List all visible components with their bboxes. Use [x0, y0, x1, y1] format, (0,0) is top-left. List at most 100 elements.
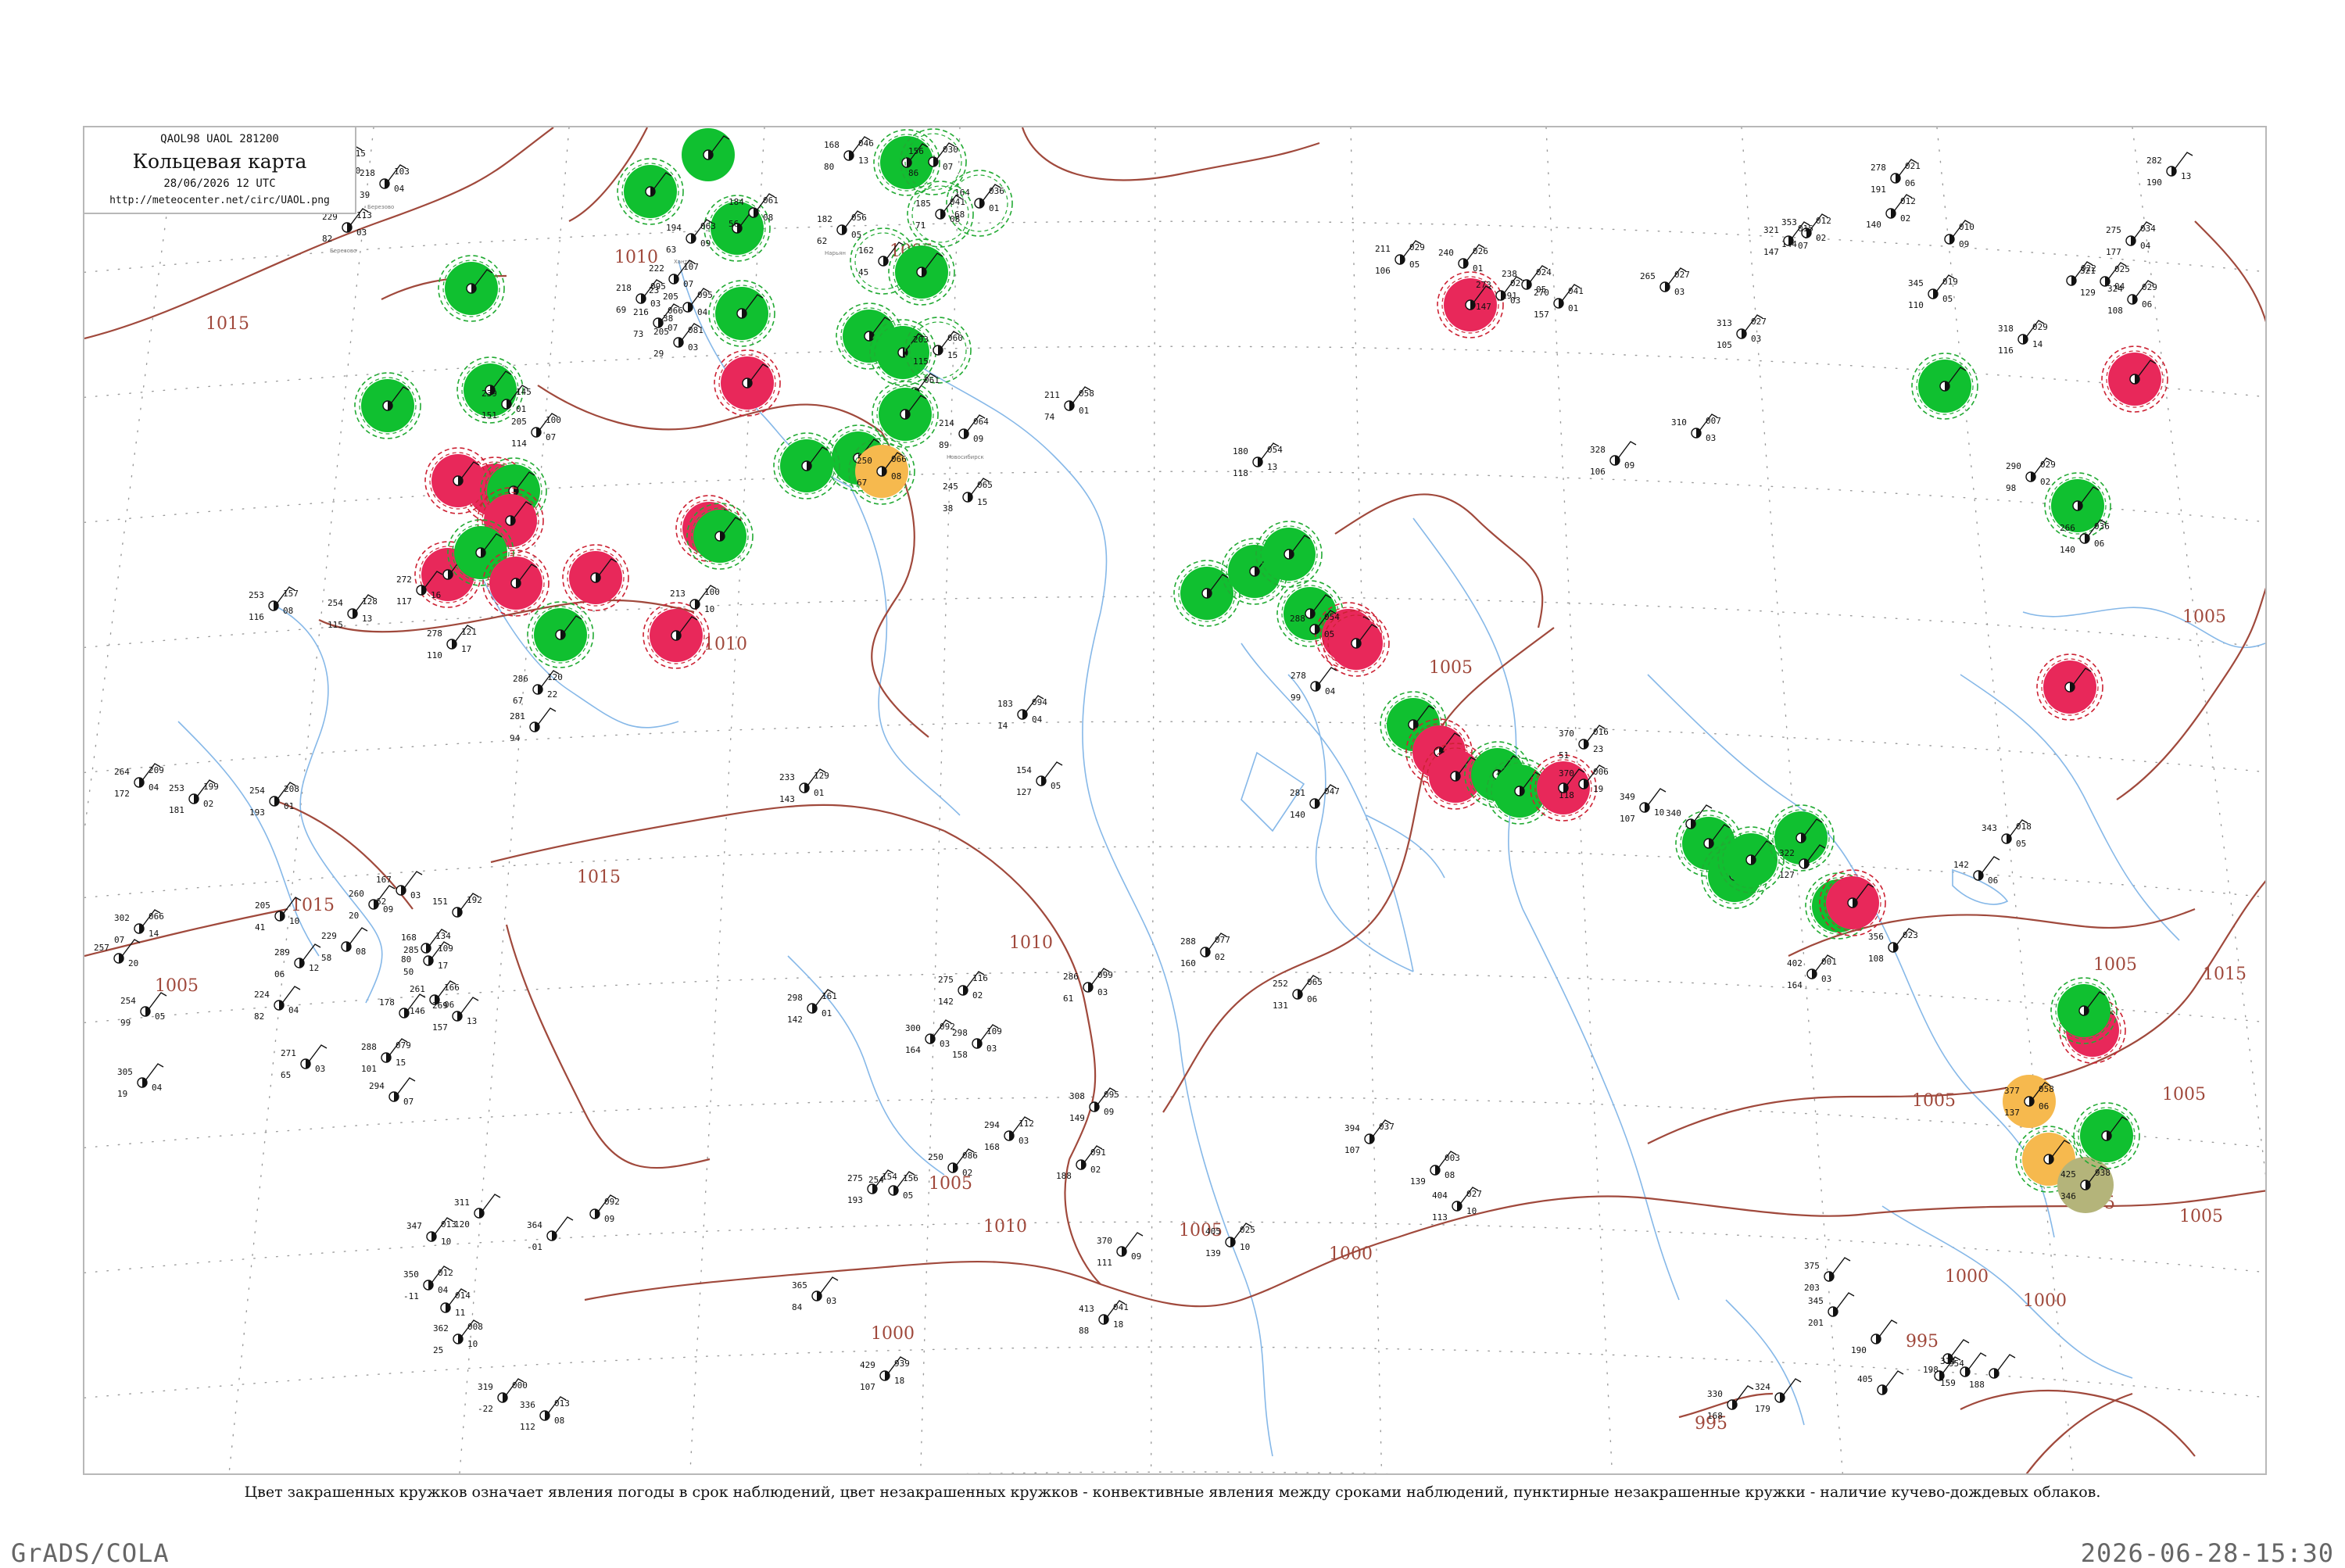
station-plot: 294 07 [369, 1077, 416, 1107]
station-temperature: 021 [1905, 161, 1921, 171]
graticule-line [1150, 127, 1156, 1473]
station-pressure: 229 [321, 931, 337, 941]
station-plot: 211 058 74 01 [1044, 386, 1094, 422]
station-pressure: 254 [328, 598, 343, 608]
station-temperature: 095 [650, 281, 666, 292]
station-value: 05 [1409, 260, 1420, 270]
station-pressure: 324 [1755, 1382, 1770, 1392]
station-plot: 404 027 113 10 [1432, 1187, 1482, 1223]
station-dewpoint: 179 [1755, 1404, 1770, 1414]
station-temperature: 058 [1079, 388, 1094, 399]
station-dewpoint: 99 [1291, 693, 1301, 703]
station-plot: 328 106 09 [1590, 441, 1637, 477]
station-plot: 402 001 164 03 [1787, 954, 1837, 990]
station-dewpoint: 56 [729, 219, 739, 229]
station-dewpoint: 140 [1866, 220, 1881, 230]
bulletin-code: QAOL98 UAOL 281200 [160, 133, 279, 145]
station-plots: 2331154320Сосьва2291138203Березово218103… [84, 127, 2193, 1432]
station-dewpoint: 99 [120, 1018, 131, 1028]
station-pressure: 356 [1868, 932, 1884, 942]
station-plot: 240 026 01 [1438, 244, 1488, 274]
station-dewpoint: 127 [1016, 787, 1032, 797]
station-temperature: 012 [1816, 216, 1831, 226]
station-temperature: 079 [396, 1040, 411, 1051]
station-temperature: 065 [977, 480, 993, 490]
station-pressure: 272 [396, 575, 412, 585]
station-dewpoint: 06 [274, 969, 285, 979]
station-value: 10 [289, 916, 299, 926]
station-value: 04 [288, 1005, 299, 1015]
station-pressure: 194 [666, 223, 682, 233]
station-pressure: 313 [1717, 318, 1732, 328]
station-pressure: 324 [2107, 284, 2123, 294]
station-pressure: 185 [915, 199, 931, 209]
station-pressure: 289 [274, 947, 290, 958]
station-temperature: 166 [444, 983, 460, 993]
station-temperature: 046 [858, 138, 874, 149]
station-temperature: 061 [763, 195, 779, 206]
station-plot: 356 023 108 [1868, 928, 1918, 964]
wind-barb-icon [1832, 1257, 1851, 1274]
station-pressure: 328 [1590, 445, 1606, 455]
station-plot: 394 037 107 [1344, 1119, 1394, 1155]
station-plot: 253 157 116 08 [249, 586, 299, 622]
station-plot: 364 -01 [527, 1216, 574, 1252]
station-pressure: 377 [2004, 1086, 2020, 1096]
station-dewpoint: 110 [427, 650, 442, 660]
wind-barb-icon [1648, 788, 1667, 805]
station-value: 03 [650, 299, 661, 309]
station-value: 05 [903, 1190, 913, 1201]
station-temperature: 157 [283, 589, 299, 599]
station-dewpoint: 39 [360, 190, 370, 200]
station-dewpoint: 14 [997, 721, 1008, 731]
station-pressure: 184 [729, 197, 744, 207]
station-dewpoint: 84 [792, 1302, 803, 1312]
station-plot: 281 047 140 [1290, 784, 1340, 820]
station-plot: 278 021 191 06 [1871, 159, 1921, 195]
station-temperature: 061 [924, 375, 940, 385]
station-value: 03 [410, 890, 421, 900]
station-temperature: 100 [704, 587, 720, 597]
station-plot: 142 06 [1953, 856, 2000, 886]
station-pressure: 321 [2080, 266, 2096, 276]
station-plot: 324 029 108 06 [2107, 280, 2157, 316]
station-value: 07 [683, 279, 693, 289]
station-dewpoint: 65 [281, 1070, 291, 1080]
station-plot [888, 238, 955, 306]
station-dewpoint: 29 [653, 349, 664, 359]
station-value: 02 [1816, 233, 1826, 243]
station-dewpoint: 127 [1779, 870, 1795, 880]
map-canvas: 1015101010051015100510151010101010051005… [84, 127, 2265, 1473]
station-value: 09 [700, 238, 711, 249]
station-plot: 318 029 116 14 [1998, 320, 2048, 356]
station-plot [643, 602, 710, 669]
station-plot [482, 550, 550, 617]
station-plot: 302 066 07 14 [114, 909, 164, 945]
station-temperature: 064 [973, 417, 989, 427]
station-dewpoint: 140 [2060, 545, 2075, 555]
station-value: 04 [149, 782, 159, 793]
station-value: 08 [950, 214, 960, 224]
station-pressure: 269 [432, 1001, 448, 1011]
station-temperature: 024 [1536, 267, 1552, 277]
station-plot: 229 58 08 [321, 927, 368, 963]
station-dewpoint: 111 [1097, 1258, 1112, 1268]
station-value: 18 [1113, 1319, 1123, 1330]
station-value: 07 [668, 323, 678, 333]
station-dewpoint: 94 [510, 733, 521, 743]
map-title: Кольцевая карта [132, 150, 307, 173]
station-dewpoint: 67 [513, 696, 523, 706]
station-pressure: 253 [249, 590, 264, 600]
station-value: 23 [1593, 744, 1603, 754]
station-plot [1911, 353, 1978, 420]
station-pressure: 154 [1016, 765, 1032, 775]
graticule-line [84, 471, 2265, 523]
station-temperature: 054 [1324, 612, 1340, 622]
station-value: 19 [1593, 784, 1603, 794]
station-pressure: 286 [513, 674, 528, 684]
station-pressure: 275 [847, 1173, 863, 1183]
station-value: 05 [1324, 629, 1334, 639]
station-plot [438, 255, 505, 322]
station-plot: 310 007 03 [1671, 413, 1721, 443]
station-pressure: 365 [792, 1280, 807, 1291]
